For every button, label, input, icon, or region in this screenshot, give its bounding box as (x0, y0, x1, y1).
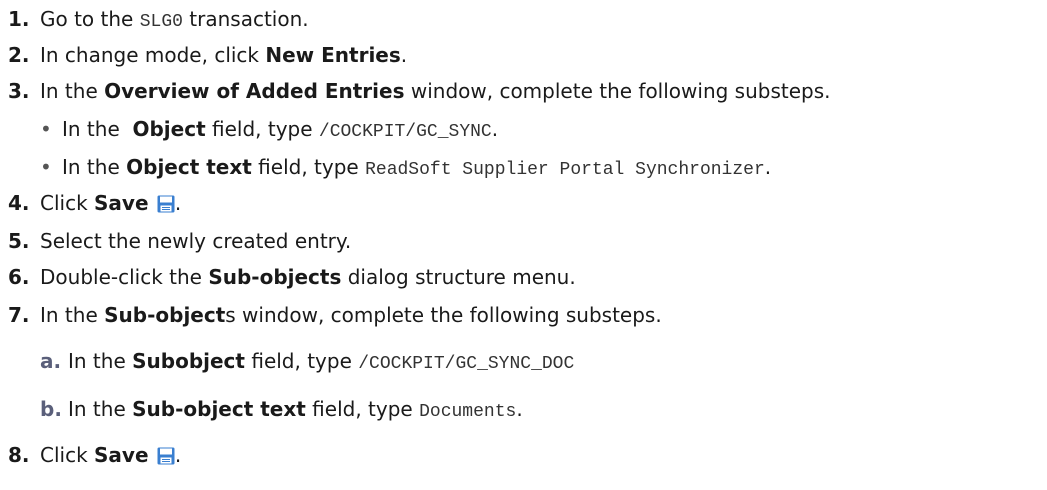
substep-text: . (516, 397, 523, 421)
step-3: 3. In the Overview of Added Entries windo… (0, 76, 831, 106)
substep-bullet: • In the Object field, type /COCKPIT/GC_S… (40, 114, 498, 144)
step-2: 2. In change mode, click New Entries. (0, 40, 407, 70)
step-text: . (400, 43, 408, 67)
ui-term: Object (132, 117, 206, 141)
substep-text: field, type (244, 349, 359, 373)
substep-letter: b. (40, 397, 62, 421)
substep-a: a. In the Subobject field, type /COCKPIT/… (40, 346, 574, 376)
step-4: 4. Click Save . (0, 188, 181, 218)
step-number: 2. (8, 43, 30, 67)
bullet-mark: • (40, 117, 52, 141)
substep-text: In the (62, 155, 127, 179)
substep-letter: a. (40, 349, 62, 373)
step-text: s window, complete the following substep… (225, 303, 662, 327)
ui-term: Sub-objects (208, 265, 342, 289)
step-text: transaction. (182, 7, 309, 31)
save-floppy-icon (157, 447, 175, 465)
step-text: Double-click the (40, 265, 209, 289)
ui-term: Sub-object (104, 303, 226, 327)
substep-text: In the (62, 117, 133, 141)
substep-b: b. In the Sub-object text field, type Doc… (40, 394, 523, 424)
field-value: /COCKPIT/GC_SYNC_DOC (358, 354, 575, 374)
step-text: . (174, 443, 182, 467)
substep-bullet: • In the Object text field, type ReadSoft… (40, 152, 771, 182)
step-text: Go to the (40, 7, 140, 31)
bullet-mark: • (40, 155, 52, 179)
field-value: Documents (419, 402, 517, 422)
transaction-code: SLG0 (139, 12, 183, 32)
substep-text: In the (68, 397, 133, 421)
ui-term: Save (94, 191, 149, 215)
step-text: . (174, 191, 182, 215)
step-1: 1. Go to the SLG0 transaction. (0, 4, 309, 34)
step-5: 5. Select the newly created entry. (0, 226, 351, 256)
step-text: Click (40, 191, 95, 215)
procedure-steps: 1. Go to the SLG0 transaction. 2. In chang… (0, 0, 1047, 467)
step-number: 1. (8, 7, 30, 31)
ui-term: Save (94, 443, 149, 467)
step-text: In the (40, 303, 105, 327)
substep-text: In the (68, 349, 133, 373)
substep-text: field, type (305, 397, 420, 421)
substep-text: . (764, 155, 772, 179)
step-number: 5. (8, 229, 30, 253)
step-text: In the (40, 79, 105, 103)
substep-text: field, type (205, 117, 319, 141)
step-text: Select the newly created entry. (40, 229, 352, 253)
ui-term: Subobject (132, 349, 245, 373)
field-value: ReadSoft Supplier Portal Synchronizer (365, 160, 765, 180)
field-value: /COCKPIT/GC_SYNC (318, 122, 492, 142)
save-floppy-icon (157, 195, 175, 213)
step-text: dialog structure menu. (341, 265, 576, 289)
ui-term: Object text (126, 155, 252, 179)
ui-term: Sub-object text (132, 397, 306, 421)
ui-term: New Entries (265, 43, 401, 67)
step-number: 7. (8, 303, 30, 327)
step-number: 4. (8, 191, 30, 215)
substep-text: field, type (251, 155, 366, 179)
ui-term: Overview of Added Entries (104, 79, 405, 103)
step-number: 8. (8, 443, 30, 467)
step-number: 3. (8, 79, 30, 103)
step-text: In change mode, click (40, 43, 266, 67)
substep-text: . (491, 117, 499, 141)
step-number: 6. (8, 265, 30, 289)
step-8: 8. Click Save . (0, 440, 181, 470)
step-6: 6. Double-click the Sub-objects dialog st… (0, 262, 576, 292)
step-text: window, complete the following substeps. (404, 79, 831, 103)
step-text: Click (40, 443, 95, 467)
step-7: 7. In the Sub-objects window, complete th… (0, 300, 662, 330)
